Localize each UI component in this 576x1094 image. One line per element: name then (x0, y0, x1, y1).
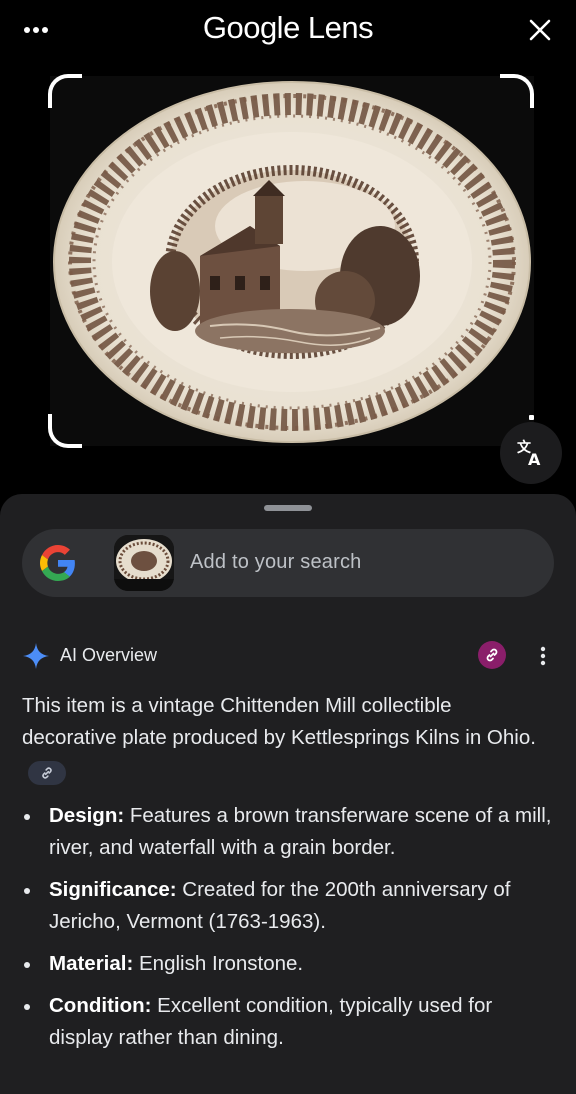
close-button[interactable] (522, 14, 558, 46)
crop-corner-bottom-right[interactable] (529, 415, 534, 420)
sparkle-icon (23, 643, 49, 669)
results-sheet: Add to your search AI Overview This item… (0, 494, 576, 1094)
ai-overview-summary: This item is a vintage Chittenden Mill c… (22, 690, 542, 786)
sources-link-button[interactable] (478, 641, 506, 669)
google-g-logo (40, 545, 75, 581)
ai-overview-header: AI Overview (22, 640, 554, 672)
crop-corner-top-left[interactable] (48, 74, 82, 108)
search-image-thumbnail[interactable] (114, 535, 174, 591)
close-icon (529, 19, 551, 41)
app-title: Google Lens (202, 10, 374, 45)
summary-source-link[interactable] (28, 761, 66, 785)
bullet-condition: Condition: Excellent condition, typicall… (22, 990, 552, 1054)
translate-button[interactable]: 文 A (500, 422, 562, 484)
link-icon (486, 648, 498, 662)
sheet-drag-handle[interactable] (264, 505, 312, 511)
search-placeholder: Add to your search (190, 551, 362, 573)
more-vertical-icon (540, 646, 546, 666)
ai-overview-bullets: Design: Features a brown transferware sc… (22, 800, 552, 1064)
image-preview: 文 A (0, 62, 576, 502)
bullet-significance: Significance: Created for the 200th anni… (22, 874, 552, 938)
top-bar: Google Lens (0, 0, 576, 62)
ai-overview-label: AI Overview (60, 645, 158, 665)
summary-text: This item is a vintage Chittenden Mill c… (22, 694, 536, 749)
bullet-design: Design: Features a brown transferware sc… (22, 800, 552, 864)
translate-icon: 文 A (517, 439, 541, 468)
add-to-search-bar[interactable]: Add to your search (22, 529, 554, 597)
ai-overview-menu-button[interactable] (532, 642, 554, 670)
bullet-material: Material: English Ironstone. (22, 948, 552, 980)
svg-text:A: A (528, 450, 541, 468)
plate-photo (50, 76, 534, 446)
link-icon (42, 767, 52, 779)
